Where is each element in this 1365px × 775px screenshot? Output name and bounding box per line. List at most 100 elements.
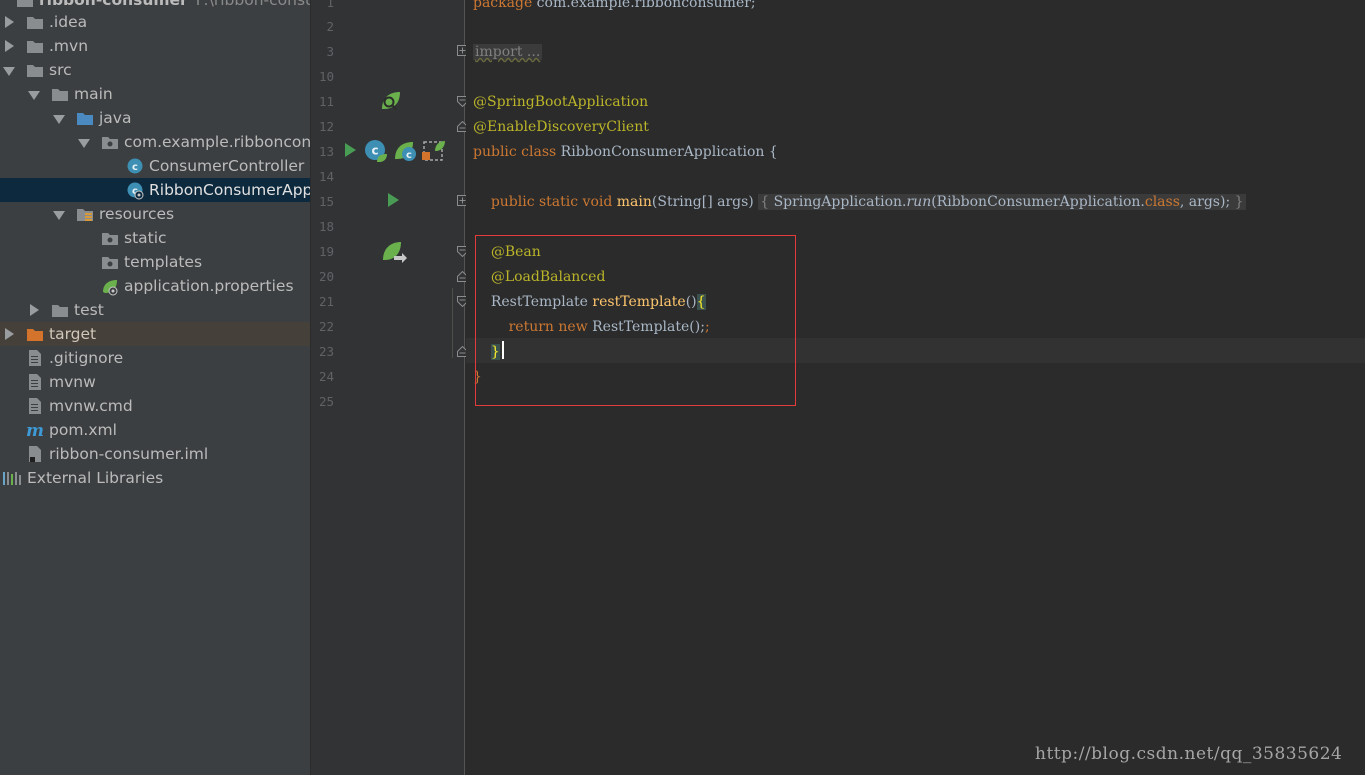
svg-text:c: c xyxy=(406,150,412,161)
line-number: 15 xyxy=(318,194,334,209)
chevron-right-icon[interactable] xyxy=(4,16,14,28)
editor-gutter: 1 2 3 10 11 12 13 14 15 18 19 20 21 22 2… xyxy=(311,0,468,775)
line-number: 20 xyxy=(318,269,334,284)
chevron-right-icon[interactable] xyxy=(4,40,14,52)
tree-label: External Libraries xyxy=(27,469,164,487)
code-line-3[interactable]: import ... xyxy=(473,42,543,62)
line-number: 21 xyxy=(318,294,334,309)
svg-text:m: m xyxy=(26,422,44,438)
chevron-down-icon[interactable] xyxy=(53,208,65,220)
tree-label: ribbon-consumer xyxy=(39,0,188,9)
folder-icon xyxy=(26,62,44,78)
chevron-down-icon[interactable] xyxy=(28,88,40,100)
code-line-15: public static void main(String[] args) {… xyxy=(490,194,1246,210)
chevron-down-icon[interactable] xyxy=(78,136,90,148)
line-number: 11 xyxy=(318,94,334,109)
chevron-down-icon[interactable] xyxy=(3,64,15,76)
tree-label: static xyxy=(124,229,167,247)
line-number: 19 xyxy=(318,244,334,259)
tree-row-idea[interactable]: .idea xyxy=(0,10,310,34)
tree-row-mvnw[interactable]: mvnw xyxy=(0,370,310,394)
code-line-1: package com.example.ribbonconsumer; xyxy=(473,0,756,11)
libraries-icon xyxy=(2,470,22,486)
folder-icon xyxy=(26,38,44,54)
tree-label: mvnw.cmd xyxy=(49,397,133,415)
tree-path-suffix: F:\ribbon-consumer xyxy=(195,0,310,9)
tree-row-resources[interactable]: resources xyxy=(0,202,310,226)
line-number: 23 xyxy=(318,344,334,359)
line-number: 25 xyxy=(318,394,334,409)
svg-text:c: c xyxy=(132,162,138,173)
text-file-icon xyxy=(26,398,44,414)
folder-icon xyxy=(101,254,119,270)
tree-row-main[interactable]: main xyxy=(0,82,310,106)
tree-label: resources xyxy=(99,205,175,223)
folder-icon xyxy=(51,302,69,318)
line-number: 22 xyxy=(318,319,334,334)
tree-row-consumer-controller[interactable]: c ConsumerController xyxy=(0,154,310,178)
spring-boot-class-icon[interactable]: c xyxy=(363,139,389,163)
class-icon: c xyxy=(126,158,144,174)
tree-row-java[interactable]: java xyxy=(0,106,310,130)
tree-row-application-properties[interactable]: application.properties xyxy=(0,274,310,298)
line-number: 12 xyxy=(318,119,334,134)
annotation-highlight-box xyxy=(475,235,796,406)
excluded-folder-icon xyxy=(26,326,44,342)
tree-label: RibbonConsumerApplication xyxy=(149,181,310,199)
spring-boot-class-icon: c xyxy=(126,182,144,200)
module-folder-icon xyxy=(16,0,34,8)
text-file-icon xyxy=(26,374,44,390)
run-main-icon[interactable] xyxy=(386,192,400,208)
tree-row-target[interactable]: target xyxy=(0,322,310,346)
tree-label: mvnw xyxy=(49,373,96,391)
line-number: 10 xyxy=(318,69,334,84)
tree-label: main xyxy=(74,85,113,103)
tree-label: target xyxy=(49,325,97,343)
folder-icon xyxy=(101,230,119,246)
spring-bean-search-icon[interactable] xyxy=(378,89,404,113)
run-icon[interactable] xyxy=(343,142,357,158)
watermark-text: http://blog.csdn.net/qq_35835624 xyxy=(1035,744,1343,764)
package-icon xyxy=(101,134,119,150)
tree-row-static[interactable]: static xyxy=(0,226,310,250)
resources-folder-icon xyxy=(76,206,94,222)
spring-properties-icon xyxy=(101,278,119,296)
tree-row-package[interactable]: com.example.ribbonconsumer xyxy=(0,130,311,154)
tree-row-external-libraries[interactable]: External Libraries xyxy=(0,466,310,490)
tree-label: test xyxy=(74,301,104,319)
spring-bean-navigate-icon[interactable] xyxy=(380,239,408,265)
tree-row-mvnw-cmd[interactable]: mvnw.cmd xyxy=(0,394,310,418)
line-number: 24 xyxy=(318,369,334,384)
tree-row-gitignore[interactable]: .gitignore xyxy=(0,346,310,370)
svg-text:c: c xyxy=(371,144,378,158)
tree-label: .mvn xyxy=(49,37,89,55)
chevron-right-icon[interactable] xyxy=(29,304,39,316)
tree-row-mvn[interactable]: .mvn xyxy=(0,34,310,58)
component-scan-icon[interactable] xyxy=(421,139,447,163)
tree-row-templates[interactable]: templates xyxy=(0,250,310,274)
folder-icon xyxy=(26,14,44,30)
text-file-icon xyxy=(26,350,44,366)
tree-row-iml[interactable]: ribbon-consumer.iml xyxy=(0,442,310,466)
chevron-down-icon[interactable] xyxy=(53,112,65,124)
method-body-fold-chip[interactable]: { SpringApplication.run(RibbonConsumerAp… xyxy=(758,194,1246,210)
source-folder-icon xyxy=(76,110,94,126)
line-number: 2 xyxy=(326,19,334,34)
tree-label: application.properties xyxy=(124,277,294,295)
tree-label: pom.xml xyxy=(49,421,117,439)
spring-bean-class-icon[interactable]: c xyxy=(393,139,419,163)
line-number: 3 xyxy=(326,44,334,59)
tree-label: com.example.ribbonconsumer xyxy=(124,133,311,151)
tree-label: ribbon-consumer.iml xyxy=(49,445,209,463)
tree-row-pom-xml[interactable]: m pom.xml xyxy=(0,418,310,442)
tree-label: .idea xyxy=(49,13,88,31)
line-number: 14 xyxy=(318,169,334,184)
import-fold-chip[interactable]: import ... xyxy=(473,44,543,60)
tree-row-ribbon-consumer-application[interactable]: c RibbonConsumerApplication xyxy=(0,178,310,202)
tree-label: ConsumerController xyxy=(149,157,305,175)
project-tree-panel: ribbon-consumer F:\ribbon-consumer .idea… xyxy=(0,0,311,775)
chevron-right-icon[interactable] xyxy=(4,328,14,340)
folder-icon xyxy=(51,86,69,102)
tree-row-test[interactable]: test xyxy=(0,298,310,322)
tree-row-src[interactable]: src xyxy=(0,58,310,82)
